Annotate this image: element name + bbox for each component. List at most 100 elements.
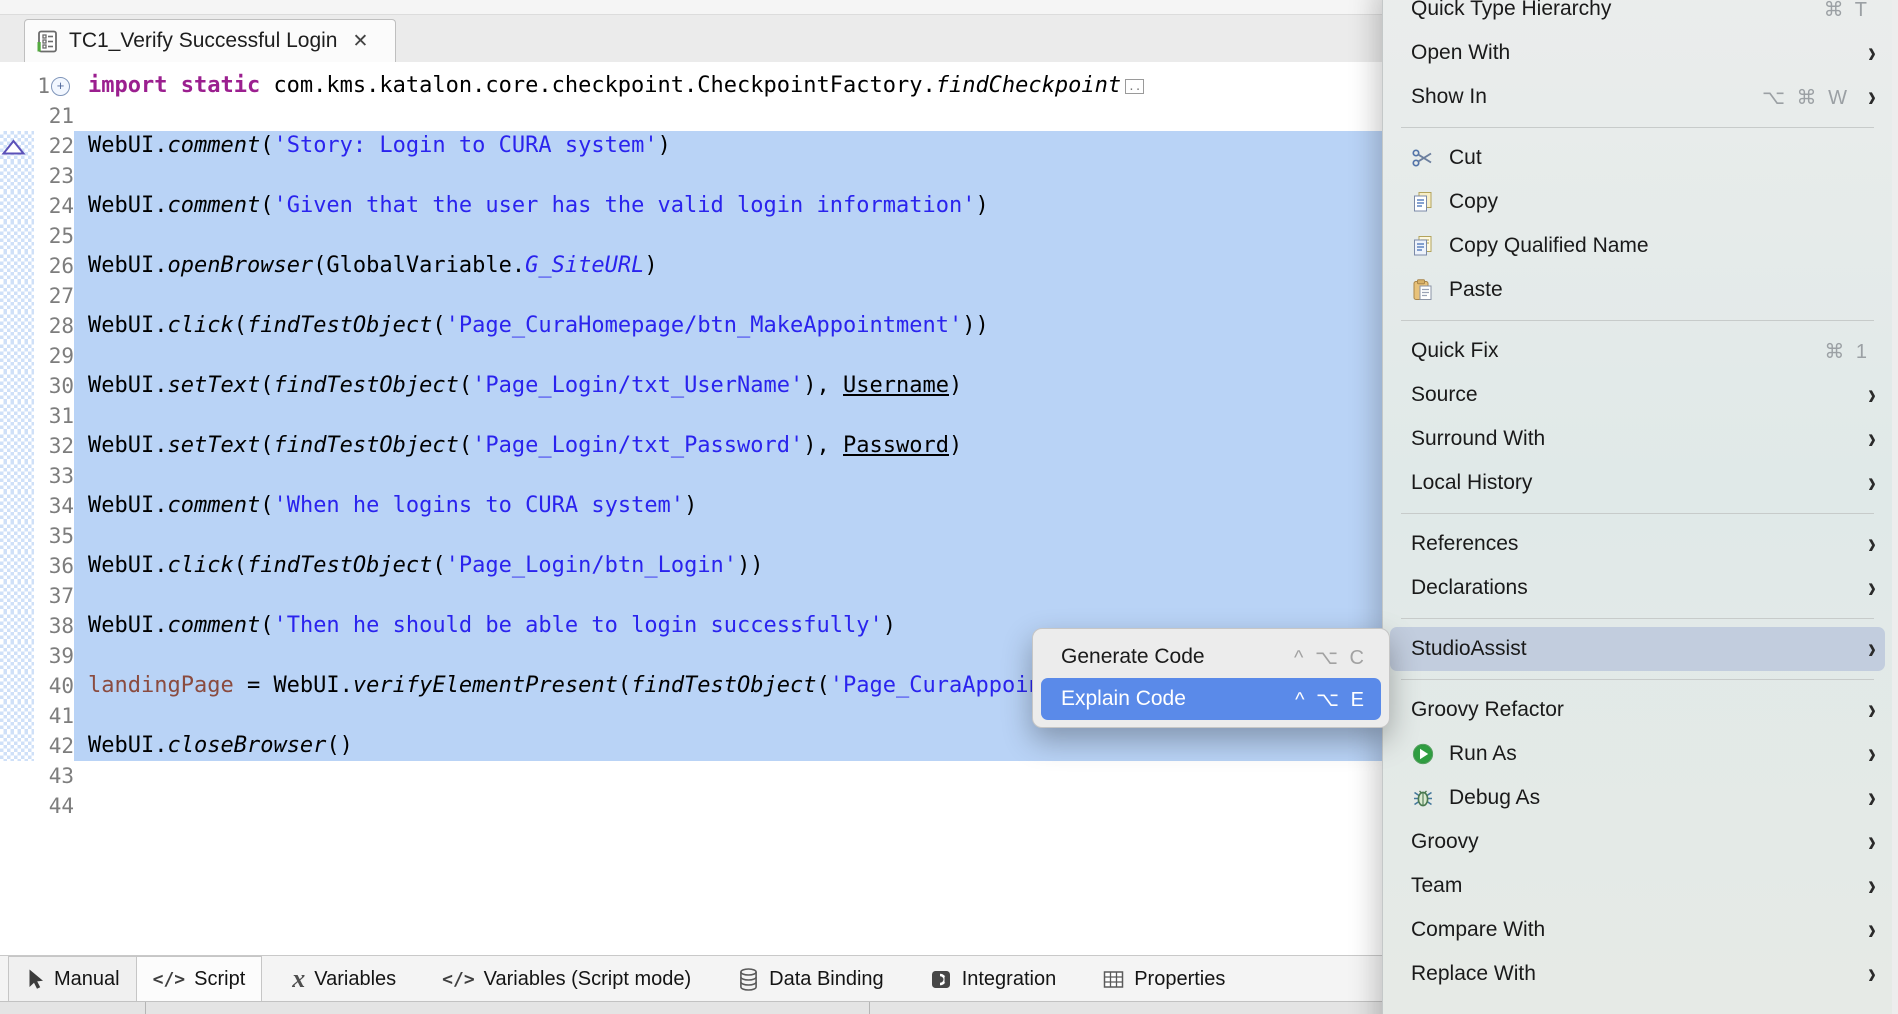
menu-item-compare-with[interactable]: Compare With›: [1383, 908, 1892, 952]
menu-separator: [1401, 679, 1874, 680]
line-number: 1+: [34, 71, 74, 101]
line-number: 30: [34, 371, 74, 401]
line-number: 41: [34, 701, 74, 731]
menu-item-studioassist[interactable]: StudioAssist ›: [1390, 627, 1885, 671]
submenu-item-label: Explain Code: [1061, 687, 1186, 711]
chevron-right-icon: ›: [1868, 80, 1876, 115]
menu-item-cut[interactable]: Cut: [1383, 136, 1892, 180]
chevron-right-icon: ›: [1868, 632, 1876, 667]
chevron-right-icon: ›: [1868, 869, 1876, 904]
line-number: 31: [34, 401, 74, 431]
line-number: 32: [34, 431, 74, 461]
view-tab-script[interactable]: </>Script: [137, 956, 263, 1002]
menu-item-references[interactable]: References›: [1383, 522, 1892, 566]
menu-item-groovy[interactable]: Groovy›: [1383, 820, 1892, 864]
menu-item-quick-type-hierarchy[interactable]: Quick Type Hierarchy⌘ T: [1383, 0, 1892, 31]
chevron-right-icon: ›: [1868, 466, 1876, 501]
line-number: 29: [34, 341, 74, 371]
view-tab-variables-script-mode-[interactable]: </> Variables (Script mode): [426, 956, 707, 1002]
gutter-marker-column: [0, 101, 34, 131]
submenu-shortcut: ^ ⌥ E: [1295, 687, 1367, 712]
line-number: 38: [34, 611, 74, 641]
gutter-marker-column: [0, 581, 34, 611]
menu-separator: [1401, 513, 1874, 514]
menu-shortcut: ⌘ T: [1824, 0, 1870, 22]
line-number: 28: [34, 311, 74, 341]
chevron-right-icon: ›: [1868, 571, 1876, 606]
collapsed-region-badge[interactable]: ..: [1125, 79, 1144, 94]
menu-item-label: Declarations: [1411, 576, 1528, 600]
copy-qualified-icon: [1411, 234, 1441, 258]
menu-shortcut: ⌥ ⌘ W: [1762, 85, 1850, 110]
view-tab-label: Variables (Script mode): [484, 968, 691, 991]
gutter-marker-column: [0, 551, 34, 581]
fold-expand-icon[interactable]: +: [51, 77, 70, 96]
chevron-right-icon: ›: [1868, 378, 1876, 413]
menu-item-label: Source: [1411, 383, 1478, 407]
gutter-marker-column: [0, 431, 34, 461]
menu-separator: [1401, 618, 1874, 619]
katalon-studio-window: TC1_Verify Successful Login ✕ 1+import s…: [0, 0, 1898, 1014]
line-number: 40: [34, 671, 74, 701]
line-number: 22: [34, 131, 74, 161]
gutter-marker-column: [0, 281, 34, 311]
line-number: 37: [34, 581, 74, 611]
menu-item-copy-qualified-name[interactable]: Copy Qualified Name: [1383, 224, 1892, 268]
chevron-right-icon: ›: [1868, 527, 1876, 562]
menu-item-team[interactable]: Team›: [1383, 864, 1892, 908]
menu-item-label: Local History: [1411, 471, 1532, 495]
view-tab-manual[interactable]: Manual: [8, 956, 137, 1002]
menu-item-quick-fix[interactable]: Quick Fix⌘ 1: [1383, 329, 1892, 373]
gutter-marker-column: [0, 161, 34, 191]
menu-item-local-history[interactable]: Local History ›: [1383, 461, 1892, 505]
view-tab-data-binding[interactable]: Data Binding: [721, 956, 900, 1002]
menu-item-show-in[interactable]: Show In⌥ ⌘ W›: [1383, 75, 1892, 119]
menu-item-paste[interactable]: Paste: [1383, 268, 1892, 312]
view-tab-variables[interactable]: xVariables: [276, 956, 412, 1002]
gutter-marker-column: [0, 521, 34, 551]
context-menu: Quick Type Hierarchy⌘ TOpen With›Show In…: [1382, 0, 1893, 1014]
line-number: 39: [34, 641, 74, 671]
menu-item-label: Replace With: [1411, 962, 1536, 986]
menu-item-surround-with[interactable]: Surround With›: [1383, 417, 1892, 461]
menu-item-debug-as[interactable]: Debug As›: [1383, 776, 1892, 820]
close-tab-icon[interactable]: ✕: [352, 30, 368, 53]
view-tab-label: Data Binding: [769, 968, 884, 991]
gutter-marker-column: [0, 791, 34, 821]
code-icon: </>: [442, 969, 475, 990]
menu-item-copy[interactable]: Copy: [1383, 180, 1892, 224]
menu-item-open-with[interactable]: Open With›: [1383, 31, 1892, 75]
properties-icon: [1102, 968, 1125, 991]
view-tab-label: Manual: [54, 968, 120, 991]
gutter-marker-column: [0, 461, 34, 491]
gutter-marker-column: [0, 761, 34, 791]
submenu-item-explain-code[interactable]: Explain Code ^ ⌥ E: [1041, 678, 1381, 720]
gutter-marker-column: [0, 611, 34, 641]
scissors-icon: [1411, 146, 1441, 170]
gutter-marker-column: [0, 401, 34, 431]
gutter-marker-column: [0, 341, 34, 371]
line-number: 27: [34, 281, 74, 311]
menu-item-groovy-refactor[interactable]: Groovy Refactor›: [1383, 688, 1892, 732]
test-case-icon: [35, 29, 60, 54]
line-number: 24: [34, 191, 74, 221]
chevron-right-icon: ›: [1868, 913, 1876, 948]
editor-tab-tc1[interactable]: TC1_Verify Successful Login ✕: [24, 19, 396, 62]
database-icon: [737, 967, 760, 992]
studioassist-submenu: Generate Code^ ⌥ C Explain Code ^ ⌥ E: [1032, 628, 1390, 728]
view-tab-properties[interactable]: Properties: [1086, 956, 1241, 1002]
gutter-marker-column: [0, 371, 34, 401]
submenu-item-generate-code[interactable]: Generate Code^ ⌥ C: [1033, 636, 1389, 678]
menu-item-source[interactable]: Source ›: [1383, 373, 1892, 417]
line-number: 34: [34, 491, 74, 521]
chevron-right-icon: ›: [1868, 693, 1876, 728]
gutter-marker-column: [0, 71, 34, 101]
view-tab-integration[interactable]: Integration: [914, 956, 1073, 1002]
menu-item-declarations[interactable]: Declarations ›: [1383, 566, 1892, 610]
menu-item-label: StudioAssist: [1411, 637, 1527, 661]
menu-item-replace-with[interactable]: Replace With›: [1383, 952, 1892, 996]
menu-item-label: Open With: [1411, 41, 1510, 65]
menu-item-run-as[interactable]: Run As›: [1383, 732, 1892, 776]
gutter-marker-column: [0, 701, 34, 731]
menu-separator: [1401, 320, 1874, 321]
